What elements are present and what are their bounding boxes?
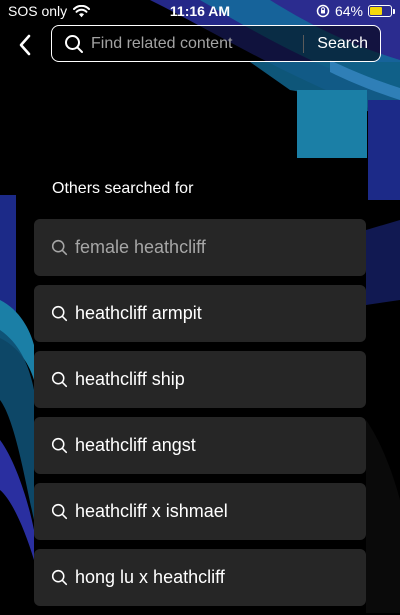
suggestion-label: heathcliff armpit [75, 303, 202, 323]
suggestion-item[interactable]: heathcliff x ishmael [34, 483, 366, 540]
search-icon [65, 34, 83, 53]
suggestion-label: heathcliff angst [75, 435, 196, 455]
battery-percent: 64% [334, 3, 363, 19]
suggestion-list: female heathcliff heathcliff armpit heat… [34, 219, 366, 615]
search-button[interactable]: Search [304, 35, 380, 53]
orientation-lock-icon [316, 4, 330, 18]
chevron-left-icon [19, 34, 31, 56]
search-icon [51, 503, 68, 520]
suggestion-label: heathcliff ship [75, 369, 185, 389]
suggestion-item[interactable]: heathcliff armpit [34, 285, 366, 342]
search-icon [51, 305, 68, 322]
suggestion-item[interactable]: heathcliff ship [34, 351, 366, 408]
back-button[interactable] [12, 30, 38, 60]
suggestion-label: heathcliff x ishmael [75, 501, 228, 521]
suggestion-label: female heathcliff [75, 237, 206, 257]
search-icon [51, 569, 68, 586]
suggestion-label: hong lu x heathcliff [75, 567, 225, 587]
search-bar: Search [51, 25, 381, 62]
suggestion-item[interactable]: hong lu x heathcliff [34, 549, 366, 606]
status-right: 64% [316, 3, 395, 19]
search-input[interactable] [91, 34, 304, 53]
battery-icon [368, 5, 395, 17]
suggestion-item[interactable]: female heathcliff [34, 219, 366, 276]
status-bar: SOS only 11:16 AM 64% [0, 0, 400, 22]
search-icon [51, 437, 68, 454]
suggestion-item[interactable]: heathcliff angst [34, 417, 366, 474]
search-icon [51, 239, 68, 256]
search-icon [51, 371, 68, 388]
section-title: Others searched for [52, 180, 194, 197]
battery-level-fill [370, 7, 383, 15]
